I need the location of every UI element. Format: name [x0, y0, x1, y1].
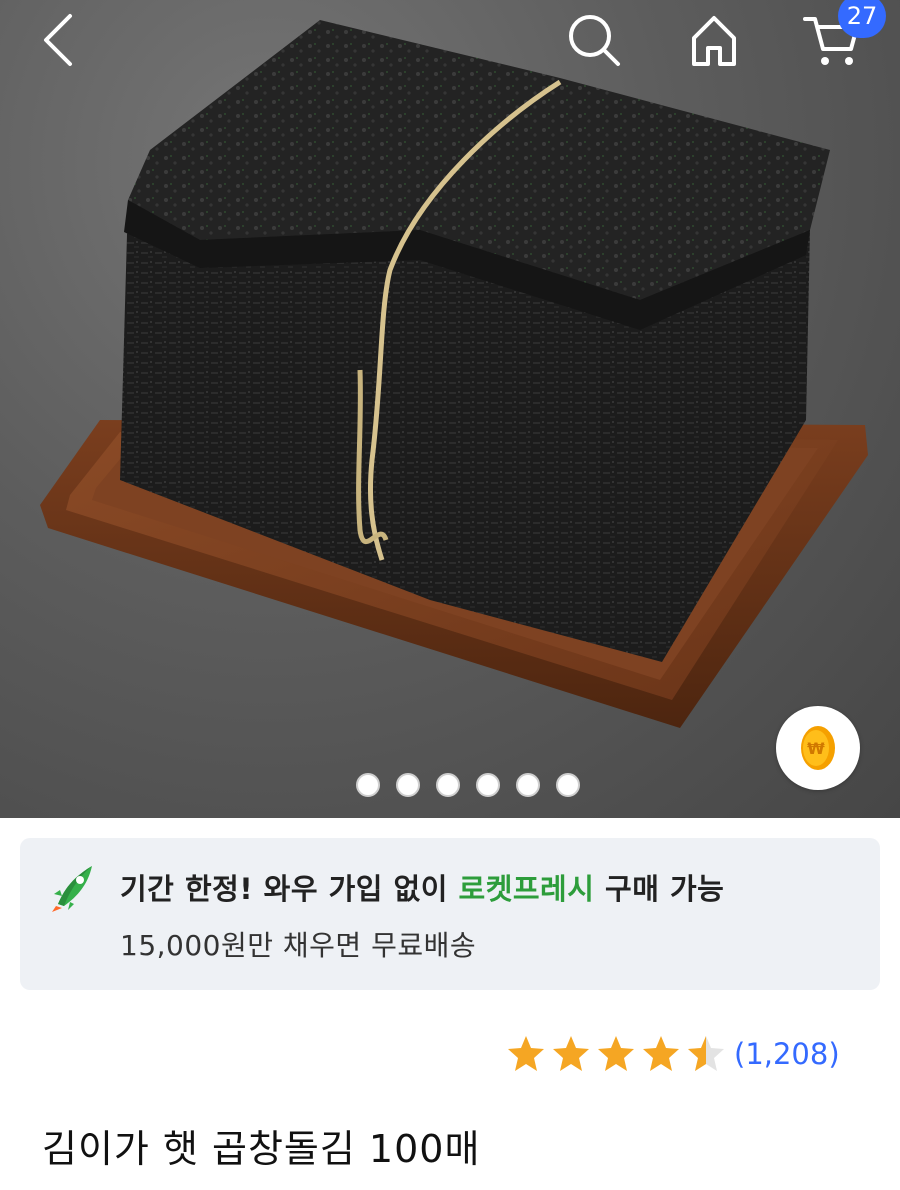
search-button[interactable]	[562, 8, 626, 72]
back-button[interactable]	[26, 8, 90, 72]
half-star-icon	[688, 1036, 724, 1071]
product-image-gallery[interactable]: 27 ₩	[0, 0, 900, 818]
carousel-dot[interactable]	[556, 773, 580, 797]
rocket-fresh-label: 로켓프레시	[458, 872, 595, 906]
promo-headline: 기간 한정! 와우 가입 없이 로켓프레시 구매 가능	[120, 866, 724, 908]
chevron-left-icon	[44, 14, 72, 66]
home-icon	[692, 16, 736, 66]
search-icon	[569, 15, 620, 66]
promo-headline-prefix: 기간 한정! 와우 가입 없이	[120, 872, 459, 906]
carousel-dot[interactable]	[476, 773, 500, 797]
carousel-dot[interactable]	[396, 773, 420, 797]
svg-text:₩: ₩	[807, 739, 825, 758]
carousel-dot[interactable]	[356, 773, 380, 797]
product-rating[interactable]: (1,208)	[506, 1034, 840, 1074]
star-icon	[598, 1036, 634, 1071]
star-rating	[506, 1034, 726, 1074]
home-button[interactable]	[682, 8, 746, 72]
promo-headline-suffix: 구매 가능	[594, 872, 725, 906]
star-icon	[508, 1036, 544, 1071]
carousel-dot[interactable]	[516, 773, 540, 797]
product-title: 김이가 햇 곱창돌김 100매	[42, 1127, 481, 1171]
cash-reward-button[interactable]: ₩	[776, 706, 860, 790]
review-count-link[interactable]: (1,208)	[734, 1037, 840, 1071]
free-shipping-condition: 15,000원만 채우면 무료배송	[120, 929, 477, 962]
star-icon	[643, 1036, 679, 1071]
product-photo	[40, 20, 868, 728]
carousel-indicator	[356, 773, 580, 797]
carousel-dot[interactable]	[436, 773, 460, 797]
star-icon	[553, 1036, 589, 1071]
rocket-icon	[52, 866, 92, 912]
rocket-fresh-promo-banner[interactable]: 기간 한정! 와우 가입 없이 로켓프레시 구매 가능 15,000원만 채우면…	[20, 838, 880, 990]
star-icons	[508, 1036, 724, 1071]
won-coin-icon: ₩	[801, 726, 835, 770]
